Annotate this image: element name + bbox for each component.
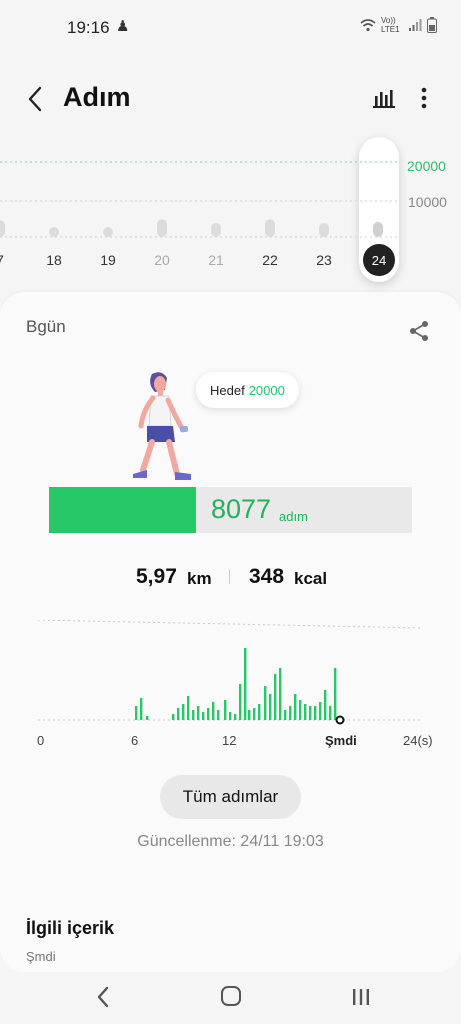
week-bar-18[interactable] (49, 227, 59, 237)
distance-value: 5,97 (136, 565, 177, 588)
hour-bar (182, 704, 185, 720)
hour-bar (244, 648, 247, 720)
hour-bar (229, 712, 232, 720)
week-bar-24[interactable] (373, 221, 383, 237)
week-bar-21[interactable] (211, 222, 221, 237)
distance-unit: km (187, 569, 212, 588)
week-bar-7[interactable] (0, 220, 5, 237)
energy-unit: kcal (294, 569, 328, 588)
goal-prefix: Hedef (210, 382, 245, 398)
hour-bar (197, 706, 200, 720)
goal-line-label: 20000 (407, 158, 446, 174)
hour-bar (324, 690, 327, 720)
hour-bar (264, 686, 267, 720)
now-marker (335, 715, 345, 725)
goal-bubble: Hedef 20000 (196, 372, 299, 408)
today-label: Bgün (26, 317, 66, 336)
walking-person-illustration (133, 372, 191, 480)
x-label-6: 6 (131, 733, 139, 748)
day-label-19[interactable]: 19 (93, 252, 123, 268)
hour-bar (248, 710, 251, 720)
status-icons: Vo)) LTE1 (360, 16, 437, 34)
hour-bar (314, 706, 317, 720)
hour-bar (304, 704, 307, 720)
hour-bar (224, 700, 227, 720)
hour-bar (239, 684, 242, 720)
goal-value: 20000 (248, 382, 285, 398)
hour-bar (294, 694, 297, 720)
hour-bar (192, 710, 195, 720)
hour-bar (269, 694, 272, 720)
bar-chart-icon[interactable] (373, 88, 395, 108)
hour-bar (212, 702, 215, 720)
person-icon: ♟ (116, 18, 130, 35)
related-content-title: İlgili içerik (26, 918, 115, 938)
day-label-21[interactable]: 21 (201, 252, 231, 268)
status-time: 19:16 (67, 18, 110, 37)
x-label-12: 12 (222, 733, 237, 748)
hour-bar (334, 668, 337, 720)
hour-bar (299, 700, 302, 720)
hour-bar (253, 708, 256, 720)
hour-bar (217, 710, 220, 720)
hour-bar (284, 710, 287, 720)
battery-icon (427, 17, 437, 33)
hour-bar (329, 706, 332, 720)
hour-bar (279, 668, 282, 720)
hour-bar (146, 716, 149, 720)
hour-bar (309, 706, 312, 720)
day-label-22[interactable]: 22 (255, 252, 285, 268)
week-bar-22[interactable] (265, 219, 275, 237)
page-title: Adım (63, 82, 131, 112)
hour-bar (135, 706, 138, 720)
stat-divider (229, 570, 230, 584)
hour-bar (187, 696, 190, 720)
x-label-0: 0 (37, 733, 45, 748)
week-bar-23[interactable] (319, 222, 329, 237)
hour-bar (234, 714, 237, 720)
x-label-now: Şmdi (325, 733, 357, 748)
nav-recent-apps-icon[interactable] (351, 988, 371, 1006)
nav-back-icon[interactable] (93, 984, 113, 1010)
week-bar-20[interactable] (157, 219, 167, 237)
hour-bar (319, 702, 322, 720)
more-vert-icon[interactable] (414, 86, 434, 110)
signal-icon (409, 19, 422, 31)
all-steps-button[interactable]: Tüm adımlar (160, 775, 301, 819)
steps-progress-fill (49, 487, 196, 533)
day-label-20[interactable]: 20 (147, 252, 177, 268)
back-icon[interactable] (24, 84, 48, 114)
energy-value: 348 (249, 565, 285, 588)
hour-bar (258, 704, 261, 720)
day-label-24[interactable]: 24 (363, 244, 395, 276)
share-icon[interactable] (408, 320, 430, 342)
steps-unit: adım (279, 509, 308, 524)
hour-bar (207, 708, 210, 720)
hour-bar (172, 714, 175, 720)
nav-home-icon[interactable] (221, 986, 241, 1006)
chart-top-line (38, 620, 422, 629)
hour-bar (289, 706, 292, 720)
updated-label: Güncellenme: 24/11 19:03 (137, 833, 324, 850)
day-label-7[interactable]: 7 (0, 252, 15, 268)
hour-bar (274, 674, 277, 720)
hour-bar (177, 708, 180, 720)
related-content-subtitle: Şmdi (26, 949, 56, 964)
hourly-steps-chart[interactable] (38, 620, 422, 730)
x-label-24: 24(s) (403, 733, 433, 748)
hour-bar (140, 698, 143, 720)
week-bar-19[interactable] (103, 227, 113, 237)
network-label: Vo)) LTE1 (381, 16, 400, 34)
mid-line-label: 10000 (408, 194, 447, 210)
day-label-18[interactable]: 18 (39, 252, 69, 268)
day-label-23[interactable]: 23 (309, 252, 339, 268)
wifi-icon (360, 19, 376, 32)
hour-bar (202, 712, 205, 720)
steps-count: 8077 (211, 494, 272, 524)
